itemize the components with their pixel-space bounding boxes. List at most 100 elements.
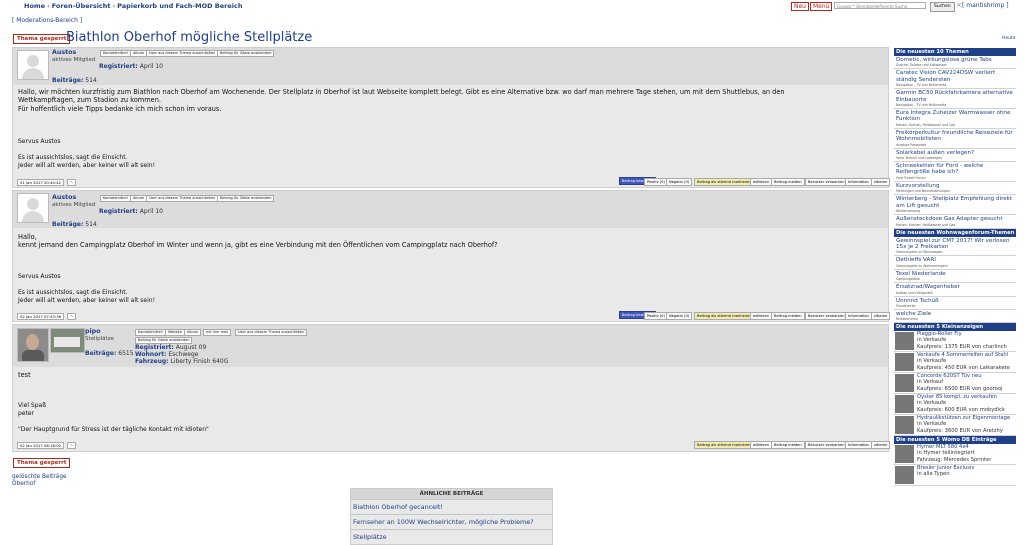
rate-positive-button[interactable]: Positiv (0) — [644, 312, 668, 320]
sidebar-topic[interactable]: Dometic, wirkungslose grüne Tabs Dusche, … — [894, 56, 1016, 70]
edit-button[interactable]: editieren — [750, 312, 772, 320]
sidebar-topic[interactable]: Caratec Vision CAV224DSW verliert ständi… — [894, 69, 1016, 90]
post-username[interactable]: Austos — [52, 49, 76, 56]
contact-button[interactable]: Kontaktmitteil — [100, 50, 131, 57]
search-button[interactable]: Suchen — [930, 2, 955, 12]
post-date[interactable]: 02 Jan 2017 07:43:36 — [17, 313, 65, 320]
edit-button[interactable]: editieren — [750, 441, 772, 449]
album-button[interactable]: Album — [130, 195, 148, 202]
similar-post-link[interactable]: Biathlon Oberhof gecancelt! — [351, 499, 552, 514]
classified-item[interactable]: Concorde 620ST Tüv neu in Verkauf Kaufprei… — [894, 373, 1016, 395]
today-link[interactable]: Heute — [1002, 36, 1016, 41]
sidebar-topic[interactable]: Ersatzrad/Wagenheber Aufbau und Fahrgeste… — [894, 283, 1016, 297]
sidebar-topic[interactable]: Freikörperkultur freundliche Reiseziele … — [894, 129, 1016, 149]
classified-thumbnail[interactable] — [895, 332, 914, 351]
similar-post-link[interactable]: Fernseher an 100W Wechselrichter, möglic… — [351, 514, 552, 529]
classified-item[interactable]: Hydraulikstützen zur Eigenmontage in Verk… — [894, 415, 1016, 437]
classified-item[interactable]: Oyster 85 kompl. zu verkaufen in Verkaufe… — [894, 394, 1016, 416]
classified-thumbnail[interactable] — [895, 353, 914, 372]
sidebar-topic-title[interactable]: Außensteckdose Gas Adapter gesucht — [896, 216, 1014, 222]
quote-button[interactable]: zitieren — [871, 178, 891, 186]
mail-button[interactable]: mit ihm mail — [203, 329, 232, 336]
sidebar-topic[interactable]: Außensteckdose Gas Adapter gesucht Heizen… — [894, 215, 1016, 229]
classified-thumbnail[interactable] — [895, 416, 914, 435]
hide-for-guests-button[interactable]: Beitrag für Gäste ausblenden — [217, 50, 275, 57]
sidebar-topic[interactable]: Texel Niederlande Campingplätze — [894, 270, 1016, 284]
sidebar-topic[interactable]: Dethleffs VARI Gewinnspiele zu Wohnwohnge… — [894, 256, 1016, 270]
rate-positive-button[interactable]: Positiv (0) — [644, 178, 668, 186]
warn-user-button[interactable]: Benutzer verwarnen — [805, 178, 848, 186]
sidebar-topic[interactable]: Winterberg - Stellplatz Empfehlung direk… — [894, 195, 1016, 216]
hide-for-guests-button[interactable]: Beitrag für Gäste ausblenden — [135, 337, 193, 344]
edit-button[interactable]: editieren — [750, 178, 772, 186]
album-button[interactable]: Album — [184, 329, 202, 336]
close-icon[interactable]: × — [956, 1, 962, 9]
scroll-up-icon[interactable]: ^ — [67, 442, 77, 449]
info-button[interactable]: Information — [845, 178, 872, 186]
sidebar-topic[interactable]: Schneeketten für Ford - welche Reifengrö… — [894, 162, 1016, 182]
sidebar-topic-title[interactable]: Garmin BC30 Rückfahrkamera alternative E… — [896, 90, 1014, 103]
classified-item[interactable]: Hymer MLT 580 4x4 in Hymer teilintegriert… — [894, 444, 1016, 466]
sidebar-topic[interactable]: Unnnnd Tschüß Plauderecke — [894, 297, 1016, 310]
mark-disturbing-button[interactable]: Beitrag als störend markieren — [694, 178, 754, 186]
contact-button[interactable]: Kontaktmitteil — [100, 195, 131, 202]
user-menu[interactable]: [ mantishrimp ] — [962, 2, 1009, 9]
scroll-up-icon[interactable]: ^ — [67, 179, 77, 186]
scroll-up-icon[interactable]: ^ — [67, 313, 77, 320]
sidebar-topic-title[interactable]: Winterberg - Stellplatz Empfehlung direk… — [896, 196, 1014, 209]
mark-disturbing-button[interactable]: Beitrag als störend markieren — [694, 441, 754, 449]
sidebar-topic[interactable]: Solarkabel außen verlegen? Solar Technik … — [894, 149, 1016, 163]
search-input[interactable]: Google™ Benutzerdefinierte Suche — [834, 2, 926, 9]
classified-item[interactable]: Piaggio-Roller Fly in Verkaufe Kaufpreis: … — [894, 331, 1016, 353]
report-button[interactable]: Beitrag melden — [771, 312, 805, 320]
top-bar: Home ‹ Foren-Übersicht ‹ Papierkorb und Fach… — [0, 0, 1024, 12]
hide-for-guests-button[interactable]: Beitrag für Gäste ausblenden — [217, 195, 275, 202]
mark-disturbing-button[interactable]: Beitrag als störend markieren — [694, 312, 754, 320]
post-date[interactable]: 02 Jan 2017 06:18:02 — [17, 442, 65, 449]
warn-user-button[interactable]: Benutzer verwarnen — [805, 312, 848, 320]
classified-thumbnail[interactable] — [895, 374, 914, 393]
album-button[interactable]: Album — [130, 50, 148, 57]
quote-button[interactable]: zitieren — [871, 312, 891, 320]
info-button[interactable]: Information — [845, 441, 872, 449]
sidebar-topic[interactable]: welche Ziele Reiseberichte — [894, 310, 1016, 324]
classified-item[interactable]: Verkaufe 4 Sommerreifen auf Stahl in Verk… — [894, 352, 1016, 374]
warn-user-button[interactable]: Benutzer verwarnen — [805, 441, 848, 449]
post-date[interactable]: 01 Jan 2017 20:40:42 — [17, 179, 65, 186]
post-count: Beiträge: 514 — [52, 77, 97, 84]
report-button[interactable]: Beitrag melden — [771, 178, 805, 186]
exclude-user-button[interactable]: User aus diesem Thema ausschließen — [235, 329, 308, 336]
sidebar-topic-title[interactable]: Eura Integra Zuheizer Warmwasser ohne Fu… — [896, 110, 1014, 123]
quote-button[interactable]: zitieren — [871, 441, 891, 449]
sidebar-topic-title[interactable]: Freikörperkultur freundliche Reiseziele … — [896, 130, 1014, 143]
rate-negative-button[interactable]: Negativ (0) — [666, 178, 693, 186]
sidebar-topic[interactable]: Eura Integra Zuheizer Warmwasser ohne Fu… — [894, 109, 1016, 129]
post-username[interactable]: pipo — [85, 328, 101, 335]
rate-negative-button[interactable]: Negativ (0) — [666, 312, 693, 320]
sidebar-topic[interactable]: Garmin BC30 Rückfahrkamera alternative E… — [894, 89, 1016, 110]
sidebar-topic-title[interactable]: Schneeketten für Ford - welche Reifengrö… — [896, 163, 1014, 176]
report-button[interactable]: Beitrag melden — [771, 441, 805, 449]
similar-post-link[interactable]: Stellplätze — [351, 529, 552, 544]
website-button[interactable]: Website — [165, 329, 185, 336]
deleted-posts-link[interactable]: gelöschte Beiträge Oberhof — [12, 474, 67, 488]
sidebar-topic[interactable]: Kurzvorstellung Meldungen und Neuvorstell… — [894, 182, 1016, 196]
classified-thumbnail[interactable] — [895, 445, 914, 464]
menu-button[interactable]: Menü — [810, 2, 833, 11]
post-username[interactable]: Austos — [52, 194, 76, 201]
new-button[interactable]: Neu — [791, 2, 809, 11]
sidebar-topic-title[interactable]: Caratec Vision CAV224DSW verliert ständi… — [896, 70, 1014, 83]
sidebar-topic-title[interactable]: Gewinnspiel zur CMT 2017! Wir verlosen 1… — [896, 238, 1014, 251]
sidebar-topic[interactable]: Gewinnspiel zur CMT 2017! Wir verlosen 1… — [894, 237, 1016, 257]
classified-thumbnail[interactable] — [895, 395, 914, 414]
classified-item[interactable]: Bresler Junior Exclusiv in alle Typen — [894, 465, 1016, 487]
contact-button[interactable]: Kontaktmitteil — [135, 329, 166, 336]
breadcrumb-forums[interactable]: Foren-Übersicht — [52, 2, 111, 10]
info-button[interactable]: Information — [845, 312, 872, 320]
breadcrumb-home[interactable]: Home — [24, 2, 45, 10]
moderation-link[interactable]: [ Moderations-Bereich ] — [12, 17, 82, 24]
breadcrumb-trash[interactable]: Papierkorb und Fach-MOD Bereich — [117, 2, 242, 10]
classified-thumbnail[interactable] — [895, 466, 914, 485]
exclude-user-button[interactable]: User aus diesem Thema ausschließen — [146, 195, 219, 202]
exclude-user-button[interactable]: User aus diesem Thema ausschließen — [146, 50, 219, 57]
